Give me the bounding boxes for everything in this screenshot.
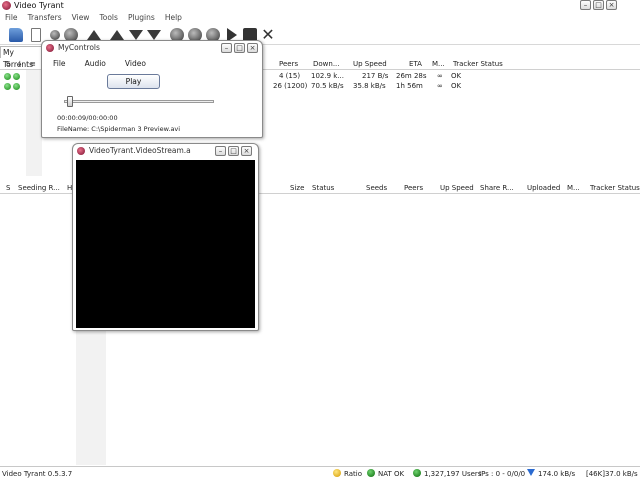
status-bar: Video Tyrant 0.5.3.7 Ratio NAT OK 1,327,… [0,466,640,480]
col-up-speed[interactable]: Up Speed [440,183,474,194]
menu-view[interactable]: View [67,12,95,24]
version-label: Video Tyrant 0.5.3.7 [2,470,73,478]
maximize-button[interactable]: □ [228,146,239,156]
menu-video[interactable]: Video [114,59,154,69]
nat-label: NAT OK [378,470,405,478]
users-status[interactable]: 1,327,197 Users [413,469,481,479]
users-icon [413,469,421,477]
col-list[interactable]: ≡ [30,59,36,70]
videostream-title-bar[interactable]: VideoTyrant.VideoStream.a – □ × [73,144,258,158]
col-peers[interactable]: Peers [404,183,423,194]
col-download[interactable]: ↓ [17,59,23,70]
videostream-window: VideoTyrant.VideoStream.a – □ × [72,143,259,331]
app-logo-icon [2,1,11,10]
mycontrols-menu-bar: File Audio Video [42,59,154,69]
remove-icon[interactable]: ✕ [261,27,275,43]
playback-time: 00:00:09/00:00:00 [57,114,118,122]
seeding-icon [4,73,11,80]
videostream-title: VideoTyrant.VideoStream.a [89,146,191,155]
window-controls: – □ × [221,43,258,53]
col-status-text[interactable]: Status [312,183,334,194]
col-seeds[interactable]: Seeds [366,183,387,194]
minimize-button[interactable]: – [221,43,232,53]
up-speed-label: [46K]37.0 kB/s [586,470,638,478]
col-status[interactable]: S [6,183,10,194]
col-status[interactable]: S [6,59,10,70]
col-max[interactable]: M... [432,59,445,70]
disc-icon[interactable] [50,30,60,40]
col-uploaded[interactable]: Uploaded [527,183,560,194]
ratio-label: Ratio [344,470,362,478]
down-speed-status[interactable]: 174.0 kB/s [527,469,575,479]
close-button[interactable]: × [241,146,252,156]
new-document-icon[interactable] [31,28,41,42]
ratio-status[interactable]: Ratio [333,469,362,479]
play-button[interactable]: Play [107,74,160,89]
minimize-button[interactable]: – [215,146,226,156]
mycontrols-window: MyControls – □ × File Audio Video Play 0… [41,40,263,138]
mycontrols-title: MyControls [58,43,100,52]
ratio-icon [333,469,341,477]
cell-peers: 26 (1200) [273,82,308,90]
app-logo-icon [46,44,54,52]
col-share-ratio[interactable]: Share R... [480,183,514,194]
column-shade [26,70,42,176]
app-window: Video Tyrant – □ × File Transfers View T… [0,0,640,480]
ips-label: IPs : 0 - 0/0/0 [479,470,526,478]
close-button[interactable]: × [606,0,617,10]
move-down-icon[interactable] [129,30,143,40]
cell-tracker: OK [451,82,462,90]
seeding-icon [4,83,11,90]
menu-plugins[interactable]: Plugins [123,12,160,24]
menu-help[interactable]: Help [160,12,187,24]
col-size[interactable]: Size [290,183,304,194]
title-bar: Video Tyrant – □ × [0,0,640,11]
down-arrow-icon [527,469,535,476]
col-eta[interactable]: ETA [409,59,422,70]
cell-max: ∞ [437,82,443,90]
users-label: 1,327,197 Users [424,470,482,478]
menu-transfers[interactable]: Transfers [23,12,67,24]
mycontrols-title-bar[interactable]: MyControls – □ × [42,41,262,55]
col-down-speed[interactable]: Down... [313,59,340,70]
col-tracker-status[interactable]: Tracker Status [590,183,640,194]
cell-eta: 1h 56m [396,82,423,90]
seek-slider-thumb[interactable] [66,96,73,107]
down-speed-label: 174.0 kB/s [538,470,576,478]
move-up-icon[interactable] [87,30,101,40]
cell-down: 70.5 kB/s [311,82,344,90]
close-button[interactable]: × [247,43,258,53]
seek-slider-track[interactable] [64,100,214,103]
cell-up: 35.8 kB/s [353,82,386,90]
minimize-button[interactable]: – [580,0,591,10]
active-icon [13,83,20,90]
move-top-icon[interactable] [110,30,124,40]
open-folder-icon[interactable] [9,28,23,42]
col-up-speed[interactable]: Up Speed [353,59,387,70]
video-display[interactable] [76,160,255,328]
move-bottom-icon[interactable] [147,30,161,40]
col-tracker-status[interactable]: Tracker Status [453,59,503,70]
col-peers[interactable]: Peers [279,59,298,70]
nat-icon [367,469,375,477]
col-max[interactable]: M... [567,183,580,194]
col-seeding-rank[interactable]: Seeding R... [18,183,60,194]
maximize-button[interactable]: □ [234,43,245,53]
menu-audio[interactable]: Audio [74,59,114,69]
menu-tools[interactable]: Tools [94,12,122,24]
window-controls: – □ × [215,146,252,156]
window-controls: – □ × [580,0,617,10]
menu-file[interactable]: File [42,59,74,69]
menu-file[interactable]: File [0,12,23,24]
active-icon [13,73,20,80]
nat-status[interactable]: NAT OK [367,469,404,479]
app-logo-icon [77,147,85,155]
menu-bar: File Transfers View Tools Plugins Help [0,12,640,24]
tab-my-torrents[interactable]: My Torrents [0,46,44,69]
window-title: Video Tyrant [14,1,64,10]
file-name: FileName: C:\Spiderman 3 Preview.avi [57,125,181,133]
maximize-button[interactable]: □ [593,0,604,10]
